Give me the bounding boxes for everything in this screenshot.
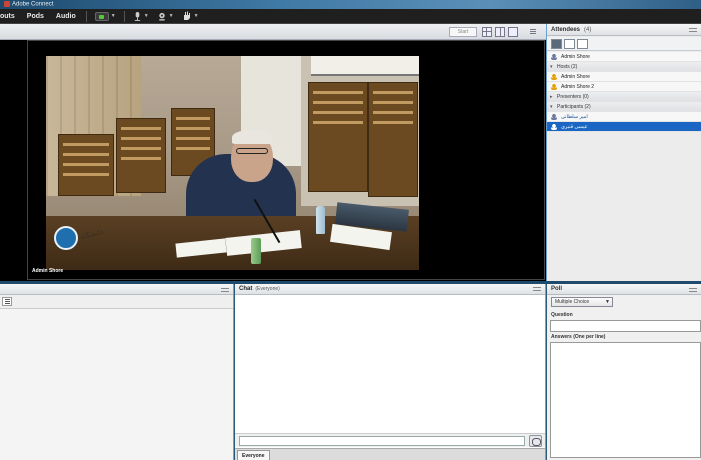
tab-everyone[interactable]: Everyone	[237, 450, 270, 460]
poll-answers-input[interactable]	[550, 342, 701, 458]
group-presenters-label: Presenters (0)	[557, 94, 589, 100]
group-participants-label: Participants (2)	[557, 104, 591, 110]
attendee-name: Admin Shore 2	[561, 84, 595, 90]
menu-pods[interactable]: Pods	[21, 9, 50, 24]
attendees-count: (4)	[584, 27, 592, 33]
chat-message-input[interactable]	[239, 436, 525, 446]
university-logo	[54, 226, 78, 250]
video-pod-header: Start	[0, 24, 546, 40]
app-title-text: Adobe Connect	[12, 1, 54, 8]
chat-subtitle: (Everyone)	[255, 286, 280, 292]
chat-tabs: Everyone	[235, 448, 545, 460]
raise-hand-control[interactable]: ▼	[178, 9, 203, 24]
person-icon	[551, 54, 557, 60]
chat-pod-title: Chat (Everyone)	[235, 284, 545, 295]
layout-split-icon[interactable]	[495, 27, 505, 37]
send-message-icon[interactable]	[529, 435, 542, 447]
pod-menu-icon[interactable]	[528, 27, 538, 37]
list-view-icon[interactable]	[551, 39, 562, 49]
chevron-down-icon[interactable]: ▼	[111, 13, 116, 19]
attendee-participant-2[interactable]: عیسی قنبری	[547, 122, 701, 132]
poll-pod-title: Poll	[547, 284, 701, 295]
start-webcam-button[interactable]: Start	[449, 27, 477, 37]
chevron-down-icon[interactable]: ▼	[194, 13, 199, 19]
menu-bar: outs Pods Audio ▼ ▼ ▼ ▼	[0, 9, 701, 24]
chevron-down-icon[interactable]: ▼	[169, 13, 174, 19]
microphone-icon	[134, 11, 140, 21]
attendees-pod: Attendees(4) Admin Shore Hosts (2) Admin…	[546, 24, 701, 281]
bullet-list-icon[interactable]	[2, 297, 12, 306]
attendee-me[interactable]: Admin Shore	[547, 52, 701, 62]
pod-menu-icon[interactable]	[689, 286, 697, 294]
notes-body[interactable]	[0, 310, 233, 460]
poll-question-input[interactable]	[550, 320, 701, 332]
poll-title: Poll	[551, 286, 563, 292]
host-icon	[551, 74, 557, 80]
poll-type-value: Multiple Choice	[555, 299, 590, 305]
webcam-video-feed: دانشگاه	[46, 56, 419, 270]
webcam-icon	[158, 12, 165, 21]
chat-title: Chat	[239, 286, 253, 292]
attendees-list: Admin Shore Hosts (2) Admin Shore Admin …	[547, 52, 701, 132]
pod-menu-icon[interactable]	[533, 286, 541, 293]
attendee-name: عیسی قنبری	[561, 124, 588, 130]
poll-type-select[interactable]: Multiple Choice ▼	[551, 297, 613, 307]
speaker-control[interactable]: ▼	[91, 9, 120, 24]
pod-menu-icon[interactable]	[221, 286, 229, 294]
attendee-host-2[interactable]: Admin Shore 2	[547, 82, 701, 92]
chat-input-row	[235, 433, 545, 447]
notes-toolbar	[0, 295, 233, 309]
poll-pod: Poll Multiple Choice ▼ Question Answers …	[547, 284, 701, 460]
app-title: Adobe Connect	[4, 1, 53, 8]
pod-menu-icon[interactable]	[689, 26, 697, 34]
attendee-me-name: Admin Shore	[561, 54, 590, 60]
adobe-connect-icon	[4, 1, 10, 7]
attendee-name: امیر سلطانی	[561, 114, 588, 120]
status-view-icon[interactable]	[564, 39, 575, 49]
layout-grid-icon[interactable]	[482, 27, 492, 37]
raise-hand-icon	[183, 11, 190, 20]
chat-messages	[235, 296, 545, 432]
poll-answers-label: Answers (One per line)	[551, 334, 606, 340]
poll-question-label: Question	[551, 312, 573, 318]
group-participants[interactable]: Participants (2)	[547, 102, 701, 112]
menu-layouts[interactable]: outs	[0, 9, 21, 24]
menu-separator	[123, 10, 125, 22]
fullscreen-icon[interactable]	[508, 27, 518, 37]
attendee-name: Admin Shore	[561, 74, 590, 80]
chat-pod: Chat (Everyone) Everyone	[235, 284, 546, 460]
group-presenters[interactable]: Presenters (0)	[547, 92, 701, 102]
attendees-title: Attendees	[551, 27, 581, 33]
attendee-participant-1[interactable]: امیر سلطانی	[547, 112, 701, 122]
participant-icon	[551, 124, 557, 130]
group-hosts-label: Hosts (2)	[557, 64, 578, 70]
host-icon	[551, 84, 557, 90]
webcam-control[interactable]: ▼	[153, 9, 178, 24]
attendees-toolbar	[547, 37, 701, 51]
speaker-icon	[94, 11, 109, 21]
microphone-control[interactable]: ▼	[129, 9, 153, 24]
attendees-pod-title: Attendees (4)	[547, 24, 701, 36]
role-view-icon[interactable]	[577, 39, 588, 49]
notes-pod	[0, 284, 234, 460]
participant-icon	[551, 114, 557, 120]
menu-separator	[85, 10, 87, 22]
group-hosts[interactable]: Hosts (2)	[547, 62, 701, 72]
video-presenter-name: Admin Shore	[32, 268, 64, 274]
menu-audio[interactable]: Audio	[50, 9, 82, 24]
attendee-host-1[interactable]: Admin Shore	[547, 72, 701, 82]
notes-pod-title	[0, 284, 233, 295]
chevron-down-icon: ▼	[605, 299, 610, 305]
chevron-down-icon[interactable]: ▼	[144, 13, 149, 19]
